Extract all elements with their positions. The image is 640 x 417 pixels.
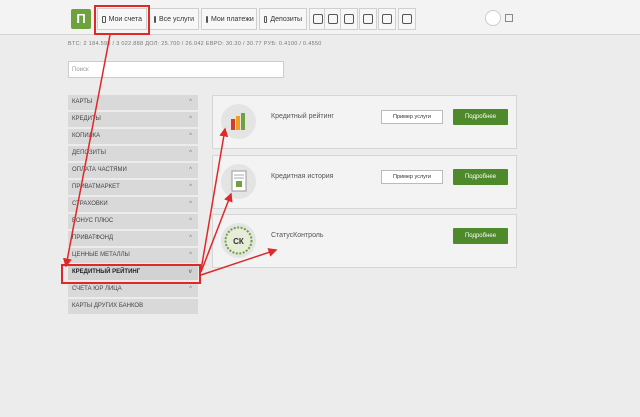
arrow-to-credit-rating xyxy=(200,127,229,271)
arrow-to-sidebar xyxy=(62,34,111,268)
arrow-to-credit-history xyxy=(200,192,233,273)
annotation-arrows xyxy=(62,34,278,276)
arrow-to-status-control xyxy=(200,248,278,276)
